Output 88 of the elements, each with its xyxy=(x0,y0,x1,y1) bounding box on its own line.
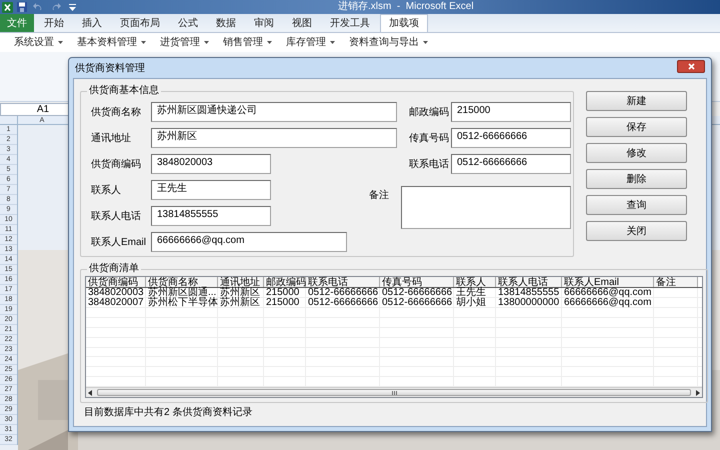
action-button[interactable]: 关闭 xyxy=(586,221,687,241)
field-label: 供货商名称 xyxy=(91,106,142,120)
close-button[interactable] xyxy=(677,60,705,72)
table-cell: 苏州新区圆通... xyxy=(146,288,218,297)
ribbon-tab[interactable]: 视图 xyxy=(284,14,320,32)
text-field[interactable]: 王先生 xyxy=(151,180,271,200)
table-cell: 215000 xyxy=(264,298,306,307)
table-cell: 0512-66666666 xyxy=(380,288,454,297)
text-field[interactable]: 66666666@qq.com xyxy=(151,232,347,252)
caret-icon xyxy=(58,41,63,44)
dialog-title: 供货商资料管理 xyxy=(75,62,145,76)
ribbon-tab[interactable]: 加载项 xyxy=(380,14,428,32)
text-field[interactable]: 0512-66666666 xyxy=(451,128,571,148)
table-cell: 215000 xyxy=(264,288,306,297)
grip-icon xyxy=(392,390,396,395)
dropdown-icon[interactable] xyxy=(69,4,76,10)
field-label: 备注 xyxy=(369,188,390,203)
caret-icon xyxy=(267,41,272,44)
action-button[interactable]: 新建 xyxy=(586,91,687,111)
status-text: 目前数据库中共有2 条供货商资料记录 xyxy=(84,406,254,419)
addin-menu[interactable]: 资料查询与导出 xyxy=(349,35,428,50)
table-cell: 3848020007 xyxy=(86,298,146,307)
remark-field[interactable] xyxy=(401,186,571,229)
table-cell: 苏州新区 xyxy=(218,298,264,307)
column-header[interactable]: 邮政编码 xyxy=(264,277,306,287)
action-button[interactable]: 查询 xyxy=(586,195,687,215)
column-header[interactable]: 联系人 xyxy=(454,277,496,287)
caret-icon xyxy=(141,41,146,44)
addin-menu[interactable]: 基本资料管理 xyxy=(77,35,146,50)
table-cell: 0512-66666666 xyxy=(306,298,380,307)
column-header[interactable]: 联系人Email xyxy=(562,277,654,287)
field-label: 联系人电话 xyxy=(91,210,142,224)
table-cell: 0512-66666666 xyxy=(306,288,380,297)
field-label: 联系人 xyxy=(91,184,122,198)
table-cell: 苏州新区 xyxy=(218,288,264,297)
field-label: 联系人Email xyxy=(91,236,148,250)
group-title: 供货商清单 xyxy=(87,262,141,276)
addin-menu[interactable]: 库存管理 xyxy=(286,35,335,50)
window-title: 进销存.xlsm - Microsoft Excel xyxy=(338,1,474,13)
column-header[interactable]: 联系人电话 xyxy=(496,277,562,287)
ribbon-tab[interactable]: 页面布局 xyxy=(112,14,168,32)
ribbon-tab[interactable]: 开发工具 xyxy=(322,14,378,32)
field-label: 联系电话 xyxy=(409,158,450,172)
addin-menu[interactable]: 系统设置 xyxy=(14,35,63,50)
close-icon xyxy=(688,62,694,70)
field-label: 供货商编码 xyxy=(91,158,142,172)
caret-icon xyxy=(204,41,209,44)
table-cell: 66666666@qq.com xyxy=(562,298,654,307)
horizontal-scrollbar[interactable] xyxy=(86,387,702,397)
text-field[interactable]: 13814855555 xyxy=(151,206,271,226)
scrollbar-thumb[interactable] xyxy=(97,389,691,396)
table-cell: 13800000000 xyxy=(496,298,562,307)
column-header[interactable]: 传真号码 xyxy=(380,277,454,287)
file-tab[interactable]: 文件 xyxy=(0,14,34,32)
ribbon-tab[interactable]: 数据 xyxy=(208,14,244,32)
spreadsheet-app-icon[interactable] xyxy=(2,2,13,12)
caret-icon xyxy=(423,41,428,44)
column-header[interactable]: 联系电话 xyxy=(306,277,380,287)
ribbon-tab[interactable]: 审阅 xyxy=(246,14,282,32)
field-label: 传真号码 xyxy=(409,132,450,146)
table-cell: 胡小姐 xyxy=(454,298,496,307)
action-button[interactable]: 保存 xyxy=(586,117,687,137)
field-label: 邮政编码 xyxy=(409,106,450,120)
text-field[interactable]: 苏州新区圆通快递公司 xyxy=(151,102,397,122)
column-header[interactable]: 通讯地址 xyxy=(218,277,264,287)
addin-menu[interactable]: 销售管理 xyxy=(223,35,272,50)
group-title: 供货商基本信息 xyxy=(87,84,161,98)
table-cell: 王先生 xyxy=(454,288,496,297)
addin-menu[interactable]: 进货管理 xyxy=(160,35,209,50)
text-field[interactable]: 215000 xyxy=(451,102,571,122)
table-cell: 3848020003 xyxy=(86,288,146,297)
text-field[interactable]: 0512-66666666 xyxy=(451,154,571,174)
table-cell: 13814855555 xyxy=(496,288,562,297)
table-cell: 0512-66666666 xyxy=(380,298,454,307)
ribbon-tab[interactable]: 插入 xyxy=(74,14,110,32)
text-field[interactable]: 苏州新区 xyxy=(151,128,397,148)
action-button[interactable]: 删除 xyxy=(586,169,687,189)
caret-icon xyxy=(330,41,335,44)
left-arrow-icon[interactable] xyxy=(88,390,92,396)
table-cell: 66666666@qq.com xyxy=(562,288,654,297)
field-label: 通讯地址 xyxy=(91,132,132,146)
action-button[interactable]: 修改 xyxy=(586,143,687,163)
ribbon-tab[interactable]: 公式 xyxy=(170,14,206,32)
save-icon[interactable] xyxy=(17,2,27,12)
right-arrow-icon[interactable] xyxy=(696,390,700,396)
ribbon-tab[interactable]: 开始 xyxy=(36,14,72,32)
text-field[interactable]: 3848020003 xyxy=(151,154,271,174)
table-cell: 苏州松下半导体 xyxy=(146,298,218,307)
